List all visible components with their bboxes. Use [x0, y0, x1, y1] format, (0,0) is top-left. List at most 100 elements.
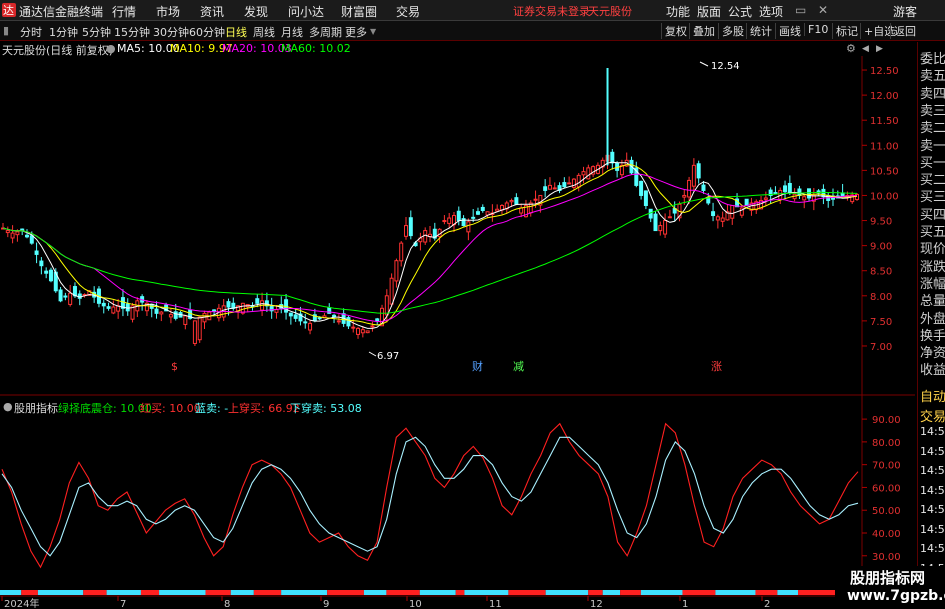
menu-item-quotes[interactable]: 行情 — [112, 3, 136, 20]
tab-monthly[interactable]: 月线 — [281, 24, 303, 40]
candle — [648, 208, 653, 223]
indicator-tick-label: 30.00 — [872, 552, 901, 563]
candle — [269, 297, 274, 319]
minimize-icon[interactable]: ▭ — [795, 3, 806, 17]
app-logo-icon — [2, 2, 16, 18]
more-dropdown-icon[interactable]: ▼ — [370, 27, 376, 36]
candle — [20, 228, 25, 236]
date-tick-label: 11 — [489, 599, 502, 609]
candle — [231, 297, 236, 311]
tab-15min[interactable]: 15分钟 — [114, 24, 150, 40]
tab-30min[interactable]: 30分钟 — [153, 24, 189, 40]
date-tick-label: 8 — [224, 599, 230, 609]
candle — [34, 242, 39, 264]
close-icon[interactable]: ✕ — [818, 3, 828, 17]
candle — [197, 316, 202, 343]
date-axis: 2024年 7 8 9 10 11 12 1 2 — [0, 595, 860, 609]
price-axis: 7.00 7.50 8.00 8.50 9.00 9.50 10.00 10.50 11.00 1… — [861, 56, 899, 396]
candle — [696, 160, 701, 184]
adjust-button[interactable]: 复权 — [661, 23, 690, 39]
tab-weekly[interactable]: 周线 — [253, 24, 275, 40]
candle — [303, 313, 308, 329]
candle — [720, 211, 725, 228]
menu-item-wealth-circle[interactable]: 财富圈 — [341, 3, 377, 20]
candle — [68, 284, 73, 307]
tab-5min[interactable]: 5分钟 — [82, 24, 111, 40]
tab-intraday[interactable]: 分时 — [20, 24, 42, 40]
mark-button[interactable]: 标记 — [832, 23, 861, 39]
candle — [639, 180, 644, 200]
guest-button[interactable]: 游客 — [893, 3, 917, 20]
ma10-line — [2, 164, 858, 326]
candle — [250, 302, 255, 311]
indicator-tick-label: 60.00 — [872, 483, 901, 494]
indicator-chart[interactable]: 30.00 40.00 50.00 60.00 70.00 80.00 90.00 2024… — [0, 396, 945, 609]
candle — [432, 222, 437, 241]
quote-panel-label: 卖四 — [920, 86, 945, 102]
signal-segment — [230, 590, 254, 595]
settings-gear-icon[interactable]: ⚙ — [846, 42, 856, 55]
candle — [802, 193, 807, 209]
quote-panel-label: 14:56 — [920, 522, 945, 536]
candle — [667, 209, 672, 219]
candle — [288, 312, 293, 325]
candle — [442, 215, 447, 225]
stats-button[interactable]: 统计 — [746, 23, 775, 39]
candle — [24, 229, 29, 239]
tab-more[interactable]: 更多 — [345, 24, 367, 40]
candle — [811, 187, 816, 211]
quote-panel-label: 总量 — [920, 294, 945, 310]
candle — [111, 300, 116, 315]
overlay-button[interactable]: 叠加 — [689, 23, 718, 39]
candle — [437, 228, 442, 244]
collapse-arrow-icon[interactable]: ◀ — [862, 44, 869, 54]
candle — [715, 214, 720, 229]
price-tick-label: 12.00 — [870, 91, 899, 102]
candle — [106, 302, 111, 311]
tab-60min[interactable]: 60分钟 — [189, 24, 225, 40]
login-status[interactable]: 证券交易未登录 — [513, 3, 590, 19]
multi-stock-button[interactable]: 多股 — [718, 23, 747, 39]
candle — [763, 191, 768, 206]
signal-segment — [21, 590, 38, 595]
candle — [744, 198, 749, 206]
signal-segment — [715, 590, 756, 595]
menu-item-discover[interactable]: 发现 — [244, 3, 268, 20]
candle — [293, 309, 298, 322]
expand-arrow-icon[interactable]: ▶ — [876, 44, 883, 54]
menu-item-formula[interactable]: 公式 — [728, 3, 752, 20]
menu-item-function[interactable]: 功能 — [666, 3, 690, 20]
quote-panel-label: 买四 — [920, 207, 945, 223]
signal-segment — [106, 590, 141, 595]
candle — [418, 232, 423, 251]
date-tick-label: 2024年 — [4, 597, 39, 609]
candle — [404, 216, 409, 240]
menu-item-market[interactable]: 市场 — [156, 3, 180, 20]
menu-item-options[interactable]: 选项 — [759, 3, 783, 20]
price-chart[interactable]: 7.00 7.50 8.00 8.50 9.00 9.50 10.00 10.50 11.00 1… — [0, 56, 945, 396]
tab-multi-period[interactable]: 多周期 — [309, 24, 342, 40]
tab-daily[interactable]: 日线 — [225, 24, 247, 40]
menu-item-news[interactable]: 资讯 — [200, 3, 224, 20]
quote-panel-label: 14:56 — [920, 444, 945, 458]
menu-item-ask-assistant[interactable]: 问小达 — [288, 3, 324, 20]
tab-1min[interactable]: 1分钟 — [49, 24, 78, 40]
menu-item-trade[interactable]: 交易 — [396, 3, 420, 20]
candle — [768, 187, 773, 204]
quote-panel-label: 净资 — [920, 346, 945, 362]
menu-item-layout[interactable]: 版面 — [697, 3, 721, 20]
candle — [274, 305, 279, 319]
candle — [168, 308, 173, 324]
candle — [456, 206, 461, 226]
back-button[interactable]: 返回 — [890, 23, 919, 39]
quote-panel-label: 买五 — [920, 225, 945, 240]
candle — [125, 298, 130, 316]
candle — [135, 297, 140, 318]
f10-button[interactable]: F10 — [804, 23, 831, 36]
signal-segment — [508, 590, 546, 595]
quote-panel-label: 14:56 — [920, 483, 945, 497]
draw-line-button[interactable]: 画线 — [775, 23, 804, 39]
candle — [514, 193, 519, 206]
candle — [552, 182, 557, 190]
quote-panel-label: 现价 — [920, 242, 945, 258]
